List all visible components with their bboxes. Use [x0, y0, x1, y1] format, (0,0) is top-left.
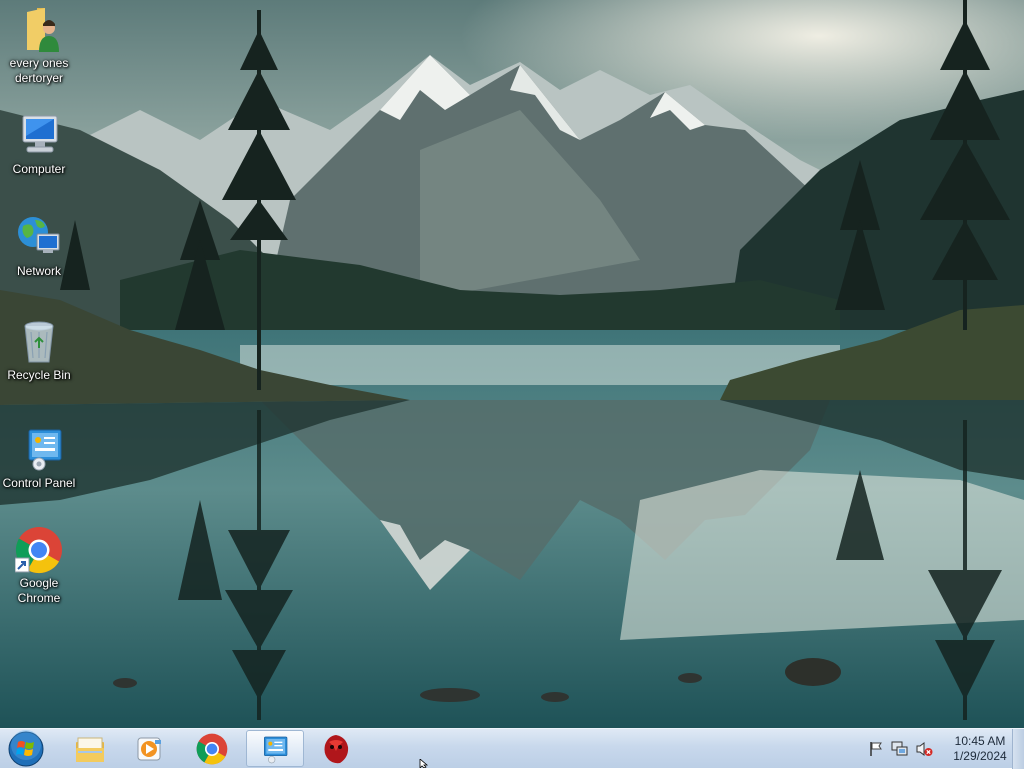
show-desktop-button[interactable]	[1012, 729, 1024, 769]
taskbar-explorer[interactable]	[62, 730, 118, 767]
recycle-bin-icon	[15, 318, 63, 366]
wallpaper-mountain-lake	[0, 0, 1024, 728]
system-tray: 10:45 AM 1/29/2024	[864, 729, 1010, 769]
desktop-icon-google-chrome[interactable]: Google Chrome	[0, 526, 78, 606]
taskbar-control-panel[interactable]	[246, 730, 304, 767]
desktop-icon-label: Control Panel	[2, 476, 76, 490]
chrome-icon	[196, 733, 228, 764]
taskbar-chrome[interactable]	[184, 730, 240, 767]
desktop-icon-control-panel[interactable]: Control Panel	[0, 426, 78, 491]
red-creature-icon	[324, 734, 349, 763]
desktop-icon-recycle-bin[interactable]: Recycle Bin	[0, 318, 78, 383]
desktop-icon-label: Network	[16, 264, 61, 278]
control-panel-icon	[264, 736, 288, 763]
taskbar-clock[interactable]: 10:45 AM 1/29/2024	[950, 734, 1010, 764]
explorer-folder-icon	[76, 737, 104, 762]
clock-time: 10:45 AM	[954, 734, 1006, 748]
taskbar[interactable]: 10:45 AM 1/29/2024	[0, 728, 1024, 769]
taskbar-red-app[interactable]	[308, 730, 364, 767]
network-status-icon[interactable]	[891, 740, 909, 758]
desktop-icon-label: Google Chrome	[17, 576, 61, 605]
mouse-cursor-icon	[419, 759, 429, 768]
action-center-flag-icon[interactable]	[867, 740, 885, 758]
desktop-icon-user-folder[interactable]: every ones dertoryer	[0, 6, 78, 86]
taskbar-media-player[interactable]	[122, 730, 178, 767]
chrome-icon	[14, 526, 63, 574]
desktop-icon-computer[interactable]: Computer	[0, 112, 78, 177]
desktop-icon-label: every ones dertoryer	[9, 56, 69, 85]
computer-icon	[15, 112, 63, 160]
media-player-icon	[137, 737, 161, 760]
clock-date: 1/29/2024	[953, 749, 1007, 763]
desktop-icon-label: Recycle Bin	[7, 368, 71, 382]
volume-muted-icon[interactable]	[915, 740, 933, 758]
windows-start-icon	[8, 730, 44, 767]
desktop[interactable]: every ones dertoryer Computer Network Re…	[0, 0, 1024, 728]
desktop-icon-label: Computer	[12, 162, 66, 176]
user-folder-icon	[15, 6, 63, 54]
network-icon	[15, 214, 63, 262]
desktop-icon-network[interactable]: Network	[0, 214, 78, 279]
control-panel-icon	[15, 426, 63, 474]
start-button[interactable]	[4, 730, 48, 768]
